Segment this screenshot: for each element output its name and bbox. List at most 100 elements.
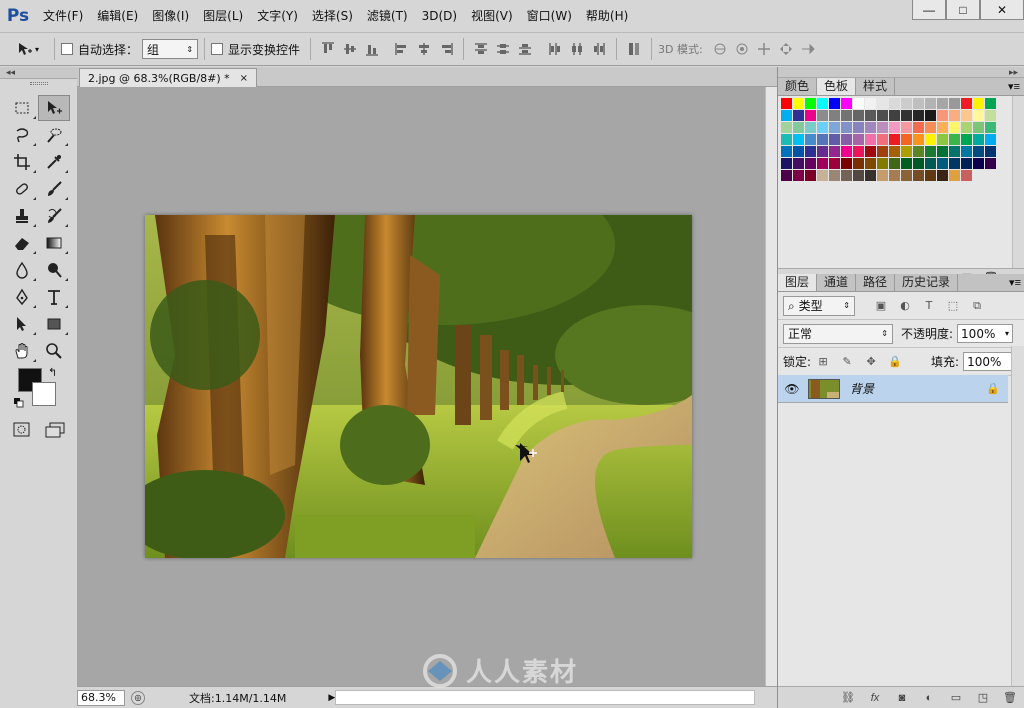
lock-all-icon[interactable]: 🔒	[887, 354, 903, 370]
delete-layer-icon[interactable]: 🗑	[1003, 691, 1017, 705]
menu-layer[interactable]: 图层(L)	[196, 0, 250, 32]
filter-adjustment-icon[interactable]: ◐	[897, 298, 913, 314]
color-swatch[interactable]	[805, 98, 817, 110]
color-swatch[interactable]	[961, 110, 973, 122]
color-swatch[interactable]	[865, 158, 877, 170]
color-swatch[interactable]	[829, 134, 841, 146]
menu-help[interactable]: 帮助(H)	[579, 0, 635, 32]
color-swatch[interactable]	[877, 134, 889, 146]
align-vcenter-icon[interactable]	[339, 38, 361, 60]
layers-scrollbar[interactable]	[1011, 346, 1024, 686]
color-swatch[interactable]	[817, 98, 829, 110]
menu-select[interactable]: 选择(S)	[305, 0, 360, 32]
3d-rotate-icon[interactable]	[709, 38, 731, 60]
color-swatch[interactable]	[829, 98, 841, 110]
color-swatch[interactable]	[985, 146, 997, 158]
distribute-bottom-icon[interactable]	[514, 38, 536, 60]
menu-file[interactable]: 文件(F)	[36, 0, 90, 32]
color-swatch[interactable]	[937, 134, 949, 146]
eyedropper-tool-icon[interactable]	[38, 149, 70, 175]
filter-smart-object-icon[interactable]: ⧉	[969, 298, 985, 314]
color-swatch[interactable]	[817, 146, 829, 158]
tab-swatches[interactable]: 色板	[817, 78, 857, 95]
brush-tool-icon[interactable]	[38, 176, 70, 202]
color-swatch[interactable]	[853, 110, 865, 122]
layer-style-icon[interactable]: fx	[868, 691, 882, 705]
color-swatch[interactable]	[985, 98, 997, 110]
tab-styles[interactable]: 样式	[856, 78, 896, 95]
color-swatch[interactable]	[841, 98, 853, 110]
tab-paths[interactable]: 路径	[856, 274, 896, 291]
color-swatch[interactable]	[793, 98, 805, 110]
color-swatch[interactable]	[877, 158, 889, 170]
menu-edit[interactable]: 编辑(E)	[90, 0, 145, 32]
color-swatch[interactable]	[937, 110, 949, 122]
vertical-scrollbar[interactable]	[765, 87, 777, 686]
color-swatch[interactable]	[853, 98, 865, 110]
toolbar-grip[interactable]	[30, 82, 48, 85]
align-bottom-icon[interactable]	[361, 38, 383, 60]
marquee-tool-icon[interactable]	[6, 95, 38, 121]
color-swatch[interactable]	[805, 110, 817, 122]
layer-filter-dropdown[interactable]: ⌕ 类型 ⇕	[783, 295, 855, 316]
color-swatch[interactable]	[829, 110, 841, 122]
color-swatch[interactable]	[937, 146, 949, 158]
color-swatch[interactable]	[973, 146, 985, 158]
gradient-tool-icon[interactable]	[38, 230, 70, 256]
color-swatch[interactable]	[853, 134, 865, 146]
clone-stamp-tool-icon[interactable]	[6, 203, 38, 229]
color-swatch[interactable]	[877, 170, 889, 182]
color-swatch[interactable]	[901, 170, 913, 182]
panel-collapse-icon[interactable]: ▸▸	[778, 67, 1024, 78]
type-tool-icon[interactable]	[38, 284, 70, 310]
color-swatch[interactable]	[865, 98, 877, 110]
color-swatch[interactable]	[901, 98, 913, 110]
color-swatch[interactable]	[829, 170, 841, 182]
panel-menu-icon[interactable]: ▾≡	[1009, 276, 1021, 289]
color-swatch[interactable]	[877, 122, 889, 134]
color-swatch[interactable]	[961, 158, 973, 170]
color-swatch[interactable]	[865, 110, 877, 122]
path-selection-tool-icon[interactable]	[6, 311, 38, 337]
filter-pixel-icon[interactable]: ▣	[873, 298, 889, 314]
color-swatch[interactable]	[925, 98, 937, 110]
color-swatch[interactable]	[841, 170, 853, 182]
tab-color[interactable]: 颜色	[778, 78, 818, 95]
align-hcenter-icon[interactable]	[413, 38, 435, 60]
color-swatch[interactable]	[829, 146, 841, 158]
color-swatch[interactable]	[901, 134, 913, 146]
document-tab[interactable]: 2.jpg @ 68.3%(RGB/8#) * ×	[79, 68, 258, 87]
color-swatch[interactable]	[781, 158, 793, 170]
color-swatch[interactable]	[913, 158, 925, 170]
color-swatch[interactable]	[889, 134, 901, 146]
color-swatch[interactable]	[925, 158, 937, 170]
hand-tool-icon[interactable]	[6, 338, 38, 364]
quick-selection-tool-icon[interactable]	[38, 122, 70, 148]
color-swatch[interactable]	[781, 110, 793, 122]
color-swatch[interactable]	[937, 98, 949, 110]
color-swatch[interactable]	[925, 146, 937, 158]
color-swatch[interactable]	[949, 110, 961, 122]
color-swatch[interactable]	[865, 170, 877, 182]
minimize-button[interactable]: —	[912, 0, 946, 20]
color-swatch[interactable]	[973, 134, 985, 146]
auto-select-checkbox[interactable]	[61, 43, 73, 55]
show-transform-checkbox[interactable]	[211, 43, 224, 55]
color-swatch[interactable]	[889, 170, 901, 182]
color-swatch[interactable]	[937, 158, 949, 170]
crop-tool-icon[interactable]	[6, 149, 38, 175]
new-group-icon[interactable]: ▭	[949, 691, 963, 705]
3d-pan-icon[interactable]	[753, 38, 775, 60]
3d-scale-icon[interactable]	[797, 38, 819, 60]
menu-type[interactable]: 文字(Y)	[250, 0, 305, 32]
add-mask-icon[interactable]: ◙	[895, 691, 909, 705]
color-swatch[interactable]	[841, 158, 853, 170]
color-swatch[interactable]	[889, 98, 901, 110]
color-swatch[interactable]	[925, 134, 937, 146]
tab-channels[interactable]: 通道	[817, 274, 857, 291]
status-info-icon[interactable]: ◎	[131, 690, 145, 705]
color-swatch[interactable]	[841, 134, 853, 146]
color-swatch[interactable]	[949, 98, 961, 110]
distribute-left-icon[interactable]	[544, 38, 566, 60]
link-layers-icon[interactable]: ⛓	[841, 691, 855, 705]
